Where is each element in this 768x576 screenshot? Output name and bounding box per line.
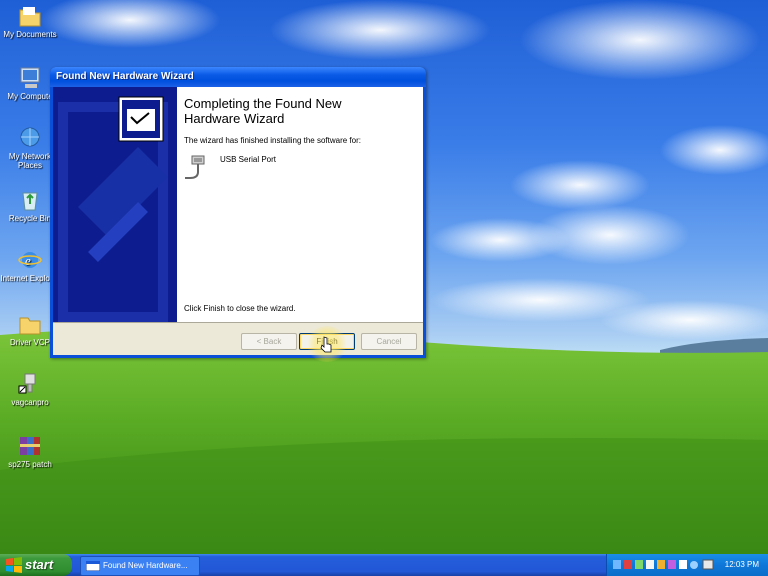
computer-icon [20,67,40,88]
desktop-icon-label: vagcanpro [11,398,49,407]
wizard-content: Completing the Found New Hardware Wizard… [177,87,423,322]
desktop-icon-label: My Compute [7,92,53,101]
taskbar-item-label: Found New Hardware... [103,561,188,570]
back-button[interactable]: < Back [241,333,297,350]
wizard-subtext: The wizard has finished installing the s… [184,136,361,145]
tray-icon[interactable] [679,560,687,569]
cancel-button[interactable]: Cancel [361,333,417,350]
desktop-icon-label: My Documents [3,30,57,39]
taskbar: start Found New Hardware... 12:03 PM [0,554,768,576]
tray-icon[interactable] [624,560,632,569]
wizard-watermark [58,96,168,322]
tray-icon[interactable] [613,560,621,569]
window-title: Found New Hardware Wizard [56,71,194,82]
wizard-close-instruction: Click Finish to close the wizard. [184,304,296,313]
system-tray: 12:03 PM [606,554,768,576]
desktop-icon-label: sp275 patch [8,460,52,469]
shortcut-icon [18,373,36,394]
tray-icon[interactable] [646,560,654,569]
internet-explorer-icon: e [18,252,42,268]
mouse-cursor [320,336,332,353]
tray-icon[interactable] [657,560,665,569]
desktop-icon-label: Recycle Bin [8,214,52,223]
tray-icon[interactable] [702,559,714,570]
tray-icon[interactable] [690,561,698,569]
usb-serial-port-icon [185,155,205,179]
wizard-side-panel [53,87,177,322]
wizard-separator [53,322,423,323]
device-name: USB Serial Port [220,155,277,164]
taskbar-item-found-new-hardware[interactable]: Found New Hardware... [80,556,200,576]
svg-text:e: e [25,253,31,268]
recycle-bin-icon [22,192,38,211]
window-title-bar[interactable]: Found New Hardware Wizard [50,67,426,87]
desktop-icon-label: Driver VCP [9,338,50,347]
desktop-icon-label: My Network Places [8,152,52,170]
window-icon [86,561,100,571]
start-button[interactable]: start [0,554,72,576]
desktop-icon-vagcanpro[interactable]: vagcanpro [0,372,60,407]
desktop-icon-sp275-patch[interactable]: sp275 patch [0,434,60,469]
found-new-hardware-wizard-window[interactable]: Found New Hardware Wizard Completing the… [50,67,426,358]
wizard-heading: Completing the Found New Hardware Wizard [184,96,342,126]
network-icon [20,127,40,147]
taskbar-clock[interactable]: 12:03 PM [725,560,759,569]
start-label: start [25,557,54,572]
tray-icon[interactable] [668,560,676,569]
window-frame: Completing the Found New Hardware Wizard… [50,87,426,358]
tray-icon[interactable] [635,560,643,569]
tray-icons [613,559,714,570]
archive-icon [20,437,40,455]
folder-icon [19,7,41,27]
folder-icon [19,317,41,335]
desktop-icon-my-documents[interactable]: My Documents [0,4,60,39]
windows-logo-icon [6,557,22,573]
wizard-body: Completing the Found New Hardware Wizard… [53,87,423,355]
